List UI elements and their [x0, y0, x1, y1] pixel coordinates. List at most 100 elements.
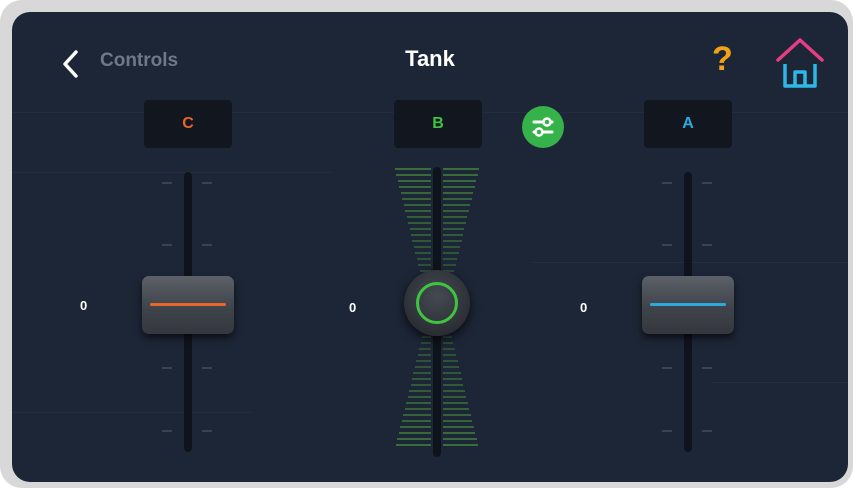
swap-channels-icon: [532, 117, 554, 137]
slider-tick: [702, 244, 712, 246]
scale-bar: [397, 180, 431, 182]
home-icon: [776, 38, 824, 88]
question-mark-icon: ?: [712, 40, 733, 78]
scale-bar: [443, 174, 478, 176]
slider-tick: [162, 430, 172, 432]
slider-b-value: 0: [349, 300, 357, 315]
scale-bar: [443, 252, 459, 254]
scale-bar: [415, 252, 431, 254]
scale-bar: [443, 348, 455, 350]
scale-bar: [412, 240, 431, 242]
scale-bar: [416, 360, 431, 362]
slider-tick: [702, 182, 712, 184]
scale-bar: [443, 402, 468, 404]
scale-bar: [395, 444, 431, 446]
scale-bar: [404, 408, 431, 410]
scale-bar: [410, 384, 431, 386]
scale-bar: [443, 360, 458, 362]
scale-bar: [400, 426, 431, 428]
slider-tick: [702, 367, 712, 369]
scale-bar: [443, 366, 460, 368]
scale-bar: [443, 444, 479, 446]
slider-tick: [702, 430, 712, 432]
scale-bar: [400, 192, 431, 194]
scale-bar: [399, 186, 431, 188]
scale-bar: [406, 216, 431, 218]
slider-a-indicator: [650, 303, 726, 306]
scale-bar: [443, 216, 468, 218]
scale-bar: [443, 408, 470, 410]
scale-bar: [419, 348, 431, 350]
scale-bar: [443, 228, 465, 230]
scale-bar: [443, 432, 476, 434]
slider-c-knob[interactable]: [142, 276, 234, 334]
scale-bar: [443, 336, 452, 338]
scale-bar: [443, 342, 454, 344]
background-line: [712, 382, 848, 383]
channel-a-label: A: [644, 100, 732, 148]
scale-bar: [443, 180, 477, 182]
help-button[interactable]: ?: [712, 42, 733, 76]
scale-bar: [443, 210, 469, 212]
slider-tick: [202, 182, 212, 184]
device-frame: Controls Tank ? C B A 0 0 0: [0, 0, 853, 488]
scale-bar: [405, 210, 431, 212]
slider-tick: [162, 182, 172, 184]
scale-bar: [443, 414, 471, 416]
scale-bar: [443, 390, 465, 392]
scale-bar: [409, 390, 431, 392]
scale-bar: [443, 204, 471, 206]
scale-bar: [395, 168, 431, 170]
scale-bar: [416, 258, 431, 260]
slider-tick: [162, 244, 172, 246]
scale-bar: [443, 420, 473, 422]
scale-bar: [396, 174, 431, 176]
scale-bar: [443, 384, 464, 386]
slider-b-indicator: [416, 282, 458, 324]
scale-bar: [422, 336, 431, 338]
app-screen: Controls Tank ? C B A 0 0 0: [12, 12, 848, 482]
slider-tick: [202, 367, 212, 369]
scale-bar: [443, 258, 458, 260]
slider-tick: [662, 182, 672, 184]
scale-bar: [443, 264, 456, 266]
channel-c-label: C: [144, 100, 232, 148]
scale-bar: [403, 414, 431, 416]
scale-bar: [414, 366, 431, 368]
scale-bar: [443, 222, 466, 224]
scale-bar: [443, 378, 462, 380]
background-line: [12, 172, 332, 173]
scale-bar: [408, 222, 431, 224]
home-button[interactable]: [774, 34, 826, 92]
channel-b-label: B: [394, 100, 482, 148]
scale-bar: [418, 264, 431, 266]
slider-b-knob[interactable]: [404, 270, 470, 336]
slider-c-value: 0: [80, 298, 88, 313]
slider-tick: [662, 430, 672, 432]
slider-tick: [662, 244, 672, 246]
slider-a-knob[interactable]: [642, 276, 734, 334]
scale-bar: [406, 402, 431, 404]
scale-bar: [443, 240, 462, 242]
scale-bar: [409, 228, 431, 230]
slider-tick: [202, 430, 212, 432]
scale-bar: [417, 354, 431, 356]
scale-bar: [443, 234, 463, 236]
scale-bar: [398, 432, 431, 434]
scale-bar: [443, 372, 461, 374]
scale-bar: [397, 438, 431, 440]
scale-bar: [403, 204, 431, 206]
scale-bar: [412, 378, 431, 380]
scale-bar: [411, 234, 431, 236]
slider-c-indicator: [150, 303, 226, 306]
scale-bar: [402, 198, 431, 200]
scale-bar: [443, 438, 477, 440]
scale-bar: [413, 372, 431, 374]
scale-bar: [401, 420, 431, 422]
scale-bar: [443, 354, 457, 356]
swap-channels-button[interactable]: [522, 106, 564, 148]
scale-bar: [443, 396, 467, 398]
slider-tick: [162, 367, 172, 369]
slider-a-value: 0: [580, 300, 588, 315]
slider-tick: [662, 367, 672, 369]
